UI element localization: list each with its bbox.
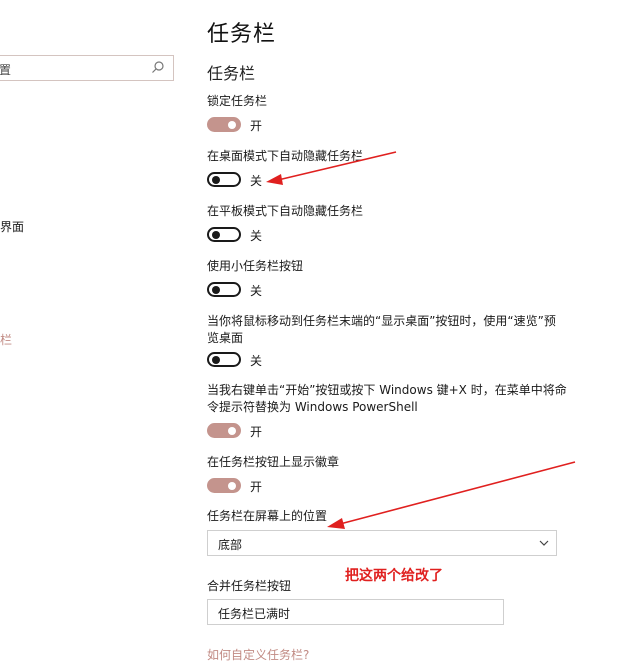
- peek-toggle[interactable]: [207, 352, 241, 367]
- combine-value: 任务栏已满时: [218, 607, 291, 621]
- peek-label: 当你将鼠标移动到任务栏末端的“显示桌面”按钮时，使用“速览”预览桌面: [207, 314, 556, 345]
- toggle-knob: [228, 120, 236, 129]
- badges-toggle[interactable]: [207, 478, 241, 493]
- sidebar-item-interface[interactable]: 界面: [0, 218, 24, 235]
- search-input[interactable]: 置: [0, 55, 174, 81]
- small-buttons-toggle[interactable]: [207, 282, 241, 297]
- toggle-knob: [212, 175, 220, 184]
- lock-taskbar-label: 锁定任务栏: [207, 94, 268, 108]
- position-select[interactable]: 底部: [207, 530, 557, 556]
- toggle-knob: [228, 481, 236, 490]
- settings-window: 置 界面 栏 任务栏 任务栏 锁定任务栏 开 在桌面模式下自动隐藏任务栏 关 在…: [0, 0, 630, 664]
- autohide-tablet-state: 关: [250, 229, 263, 243]
- autohide-desktop-toggle[interactable]: [207, 172, 241, 187]
- powershell-state: 开: [250, 425, 263, 439]
- search-icon[interactable]: [151, 60, 165, 74]
- small-buttons-state: 关: [250, 284, 263, 298]
- small-buttons-label: 使用小任务栏按钮: [207, 259, 304, 273]
- powershell-toggle[interactable]: [207, 423, 241, 438]
- toggle-knob: [212, 285, 220, 294]
- section-title: 任务栏: [207, 64, 256, 83]
- peek-state: 关: [250, 354, 263, 368]
- position-label: 任务栏在屏幕上的位置: [207, 509, 328, 523]
- lock-taskbar-toggle[interactable]: [207, 117, 241, 132]
- help-link[interactable]: 如何自定义任务栏?: [207, 646, 309, 663]
- toggle-knob: [212, 230, 220, 239]
- lock-taskbar-state: 开: [250, 119, 263, 133]
- position-value: 底部: [218, 538, 243, 552]
- chevron-down-icon: [539, 540, 549, 546]
- toggle-knob: [228, 426, 236, 435]
- autohide-desktop-label: 在桌面模式下自动隐藏任务栏: [207, 149, 364, 163]
- toggle-knob: [212, 355, 220, 364]
- powershell-label: 当我右键单击“开始”按钮或按下 Windows 键+X 时，在菜单中将命令提示符…: [207, 383, 567, 414]
- page-title: 任务栏: [207, 22, 277, 47]
- autohide-desktop-state: 关: [250, 174, 263, 188]
- badges-label: 在任务栏按钮上显示徽章: [207, 455, 340, 469]
- search-input-text: 置: [0, 63, 12, 77]
- badges-state: 开: [250, 480, 263, 494]
- combine-select[interactable]: 任务栏已满时: [207, 599, 504, 625]
- sidebar-item-taskbar[interactable]: 栏: [0, 331, 12, 348]
- annotation-text: 把这两个给改了: [345, 568, 443, 584]
- autohide-tablet-label: 在平板模式下自动隐藏任务栏: [207, 204, 364, 218]
- autohide-tablet-toggle[interactable]: [207, 227, 241, 242]
